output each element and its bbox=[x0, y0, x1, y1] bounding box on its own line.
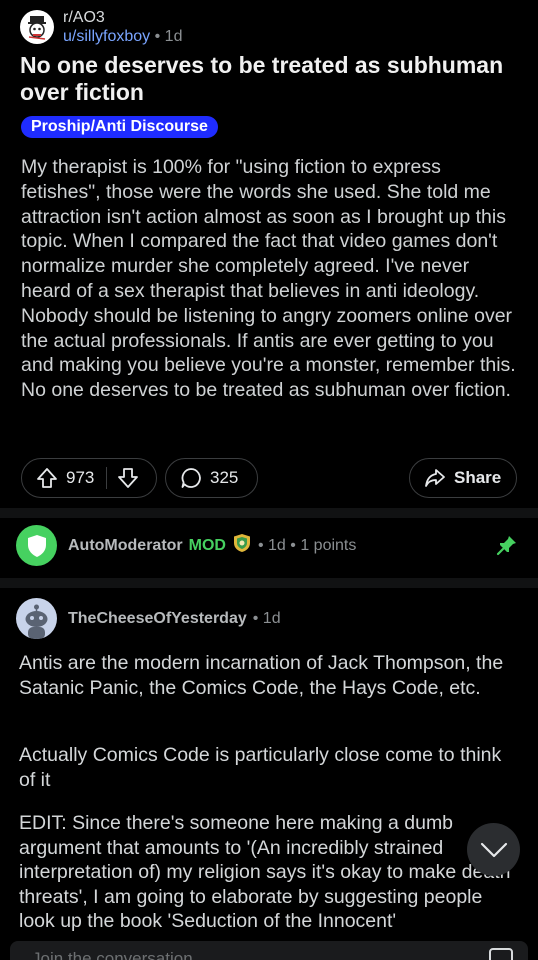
reply-placeholder: Join the conversation bbox=[32, 949, 193, 960]
comment-paragraph: Actually Comics Code is particularly clo… bbox=[19, 744, 502, 791]
comment-count: 325 bbox=[210, 468, 239, 487]
post-header: r/AO3 u/sillyfoxboy • 1d bbox=[20, 8, 182, 46]
automod-username[interactable]: AutoModerator bbox=[68, 537, 183, 555]
automod-comment-header[interactable]: AutoModerator MOD • 1d • 1 points bbox=[16, 525, 356, 566]
automod-avatar bbox=[16, 525, 57, 566]
shield-icon bbox=[27, 534, 46, 557]
post-flair[interactable]: Proship/Anti Discourse bbox=[21, 116, 218, 138]
meta-separator: • bbox=[154, 28, 161, 45]
section-divider bbox=[0, 508, 538, 518]
vote-divider bbox=[106, 467, 108, 489]
comment-paragraph: EDIT: Since there's someone here making … bbox=[19, 812, 511, 931]
post-age: 1d bbox=[164, 28, 183, 45]
upvote-icon[interactable] bbox=[36, 467, 58, 489]
comment-header[interactable]: TheCheeseOfYesterday • 1d bbox=[16, 598, 281, 639]
post-body: My therapist is 100% for "using fiction … bbox=[21, 156, 516, 402]
share-button[interactable]: Share bbox=[409, 458, 517, 498]
comment-icon bbox=[180, 467, 202, 489]
post-title: No one deserves to be treated as subhuma… bbox=[20, 52, 504, 105]
next-comment-button[interactable] bbox=[467, 823, 520, 876]
subreddit-avatar-icon[interactable] bbox=[20, 10, 54, 44]
automod-meta: • 1d • 1 points bbox=[257, 536, 357, 554]
post-author[interactable]: u/sillyfoxboy bbox=[63, 28, 150, 45]
share-label: Share bbox=[454, 468, 502, 487]
comment-username[interactable]: TheCheeseOfYesterday bbox=[68, 610, 247, 628]
downvote-icon[interactable] bbox=[117, 467, 139, 489]
mod-badge: MOD bbox=[188, 536, 226, 554]
upvote-count: 973 bbox=[66, 468, 95, 487]
mod-shield-icon bbox=[232, 533, 252, 558]
chevron-down-icon bbox=[480, 842, 507, 857]
comment-paragraph: Antis are the modern incarnation of Jack… bbox=[19, 652, 504, 699]
pin-icon bbox=[496, 534, 518, 561]
section-divider bbox=[0, 578, 538, 588]
share-icon bbox=[424, 467, 446, 489]
vote-control: 973 bbox=[21, 458, 157, 498]
comments-button[interactable]: 325 bbox=[165, 458, 258, 498]
subreddit-name[interactable]: r/AO3 bbox=[63, 8, 182, 27]
snoo-avatar-icon bbox=[16, 598, 57, 639]
image-icon[interactable] bbox=[488, 947, 514, 960]
comment-meta: • 1d bbox=[252, 609, 281, 627]
reply-input[interactable]: Join the conversation bbox=[10, 941, 528, 960]
